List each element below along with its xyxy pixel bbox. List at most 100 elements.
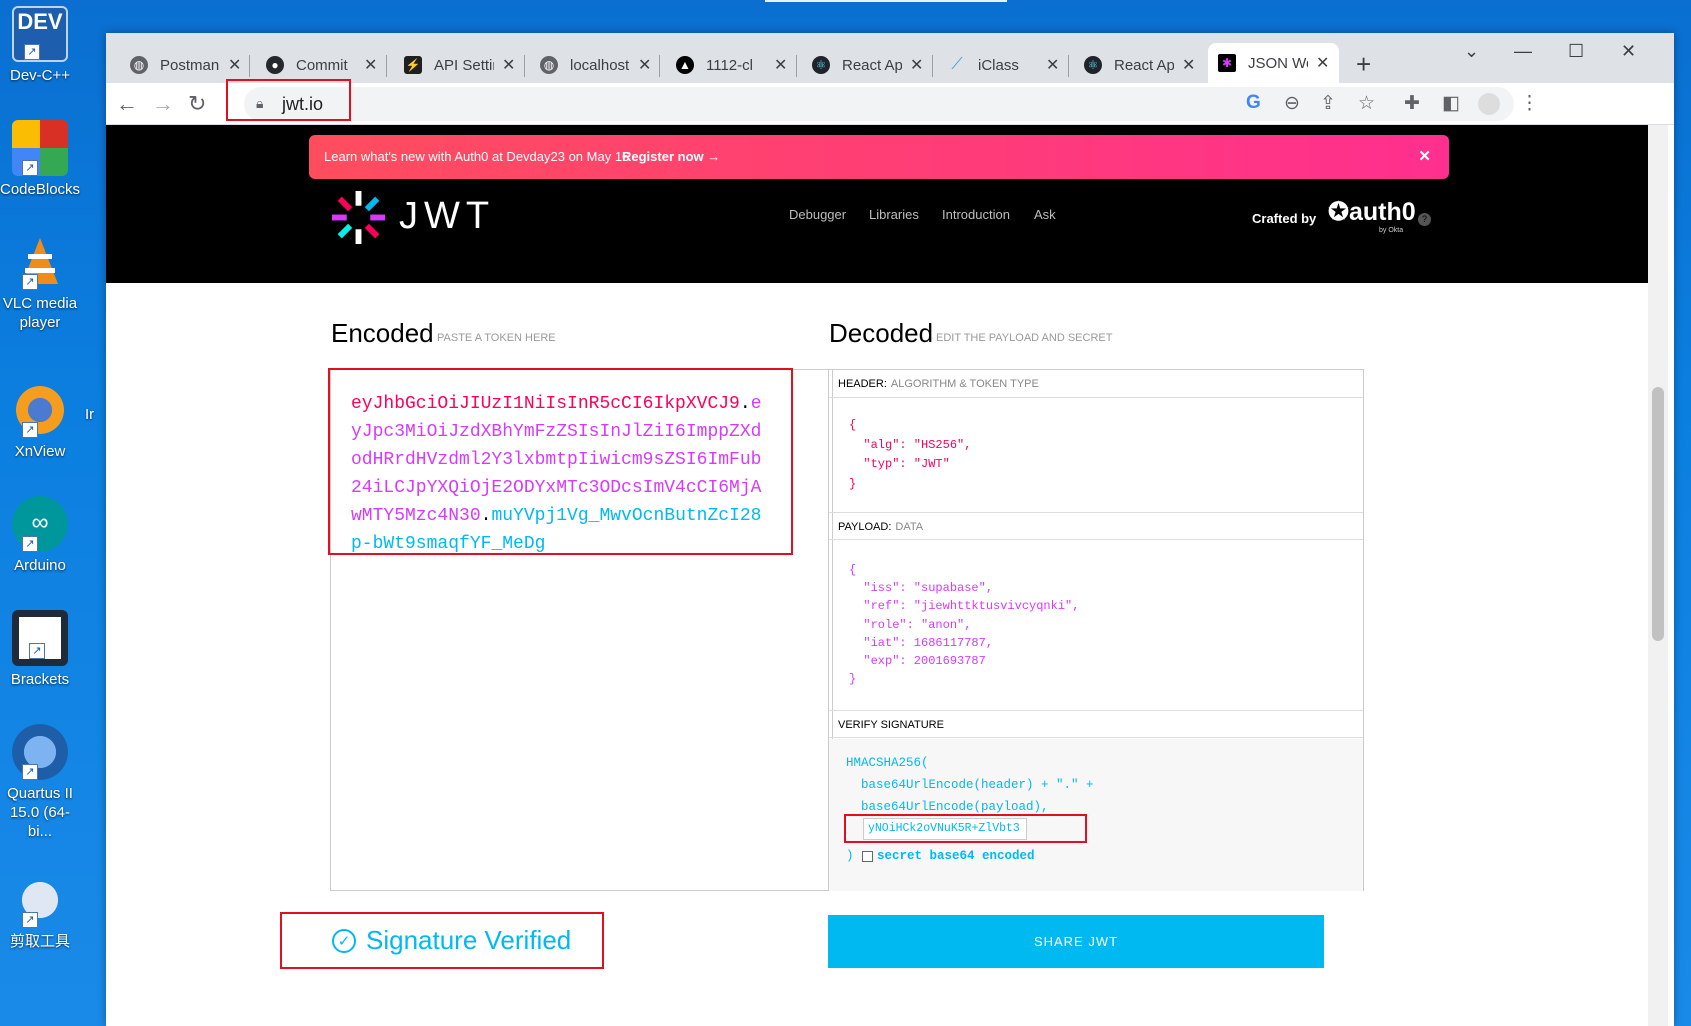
json-line: "alg": "HS256", — [849, 437, 972, 452]
decoded-subtitle: EDIT THE PAYLOAD AND SECRET — [936, 332, 1113, 344]
verify-label: VERIFY SIGNATURE — [838, 719, 944, 731]
base64-checkbox-label[interactable]: secret base64 encoded — [877, 849, 1035, 863]
json-line: "exp": 2001693787 — [849, 654, 986, 669]
header-json-editor[interactable]: { "alg": "HS256", "typ": "JWT"} — [849, 416, 971, 494]
tab-search-chevron-icon[interactable]: ⌄ — [1464, 41, 1479, 62]
tab-react-app-1[interactable]: ⚛ React App ✕ — [812, 47, 923, 83]
tab-separator — [524, 55, 525, 77]
bookmark-star-icon[interactable]: ☆ — [1358, 92, 1375, 115]
tab-label: 1112-cl — [706, 56, 753, 74]
desktop-icon-label: VLC media player — [2, 295, 78, 331]
base64-checkbox[interactable] — [862, 851, 873, 862]
codeblocks-icon: ↗ — [12, 120, 68, 176]
google-lens-icon[interactable]: G — [1246, 92, 1261, 114]
nav-debugger[interactable]: Debugger — [789, 207, 846, 222]
tab-api-settings[interactable]: ⚡ API Settings ✕ — [404, 47, 515, 83]
auth0-logo[interactable]: ✪auth0 — [1328, 197, 1416, 227]
zoom-icon[interactable]: ⊖ — [1284, 92, 1300, 115]
desktop-icon-quartus[interactable]: ↗ Quartus II 15.0 (64-bi... — [0, 724, 80, 841]
verify-section-title: VERIFY SIGNATURE — [829, 710, 1363, 738]
promo-banner[interactable]: Learn what's new with Auth0 at Devday23 … — [309, 135, 1449, 179]
tab-close-icon[interactable]: ✕ — [1316, 53, 1329, 73]
tab-close-icon[interactable]: ✕ — [502, 55, 515, 75]
share-icon[interactable]: ⇪ — [1320, 92, 1336, 115]
payload-sublabel: DATA — [895, 521, 924, 533]
tab-label: API Settings — [434, 56, 494, 74]
tab-iclass[interactable]: ⟋ iClass ✕ — [948, 47, 1059, 83]
react-icon: ⚛ — [812, 56, 830, 74]
tab-separator — [1068, 55, 1069, 77]
tab-close-icon[interactable]: ✕ — [638, 55, 651, 75]
tab-close-icon[interactable]: ✕ — [228, 55, 241, 75]
json-line: "role": "anon", — [849, 617, 972, 632]
tab-label: Commit — [296, 56, 348, 74]
desktop-icon-arduino[interactable]: ∞ ↗ Arduino — [0, 496, 80, 575]
nav-libraries[interactable]: Libraries — [869, 207, 919, 222]
profile-avatar-icon[interactable] — [1478, 93, 1500, 115]
back-arrow-icon[interactable]: ← — [116, 91, 138, 117]
side-panel-icon[interactable]: ◧ — [1442, 92, 1460, 115]
desktop-icon-xnview[interactable]: ↗ XnView — [0, 382, 80, 461]
arrow-right-icon: → — [707, 149, 721, 164]
tab-separator — [796, 55, 797, 77]
minimize-icon[interactable]: — — [1514, 41, 1532, 62]
new-tab-button[interactable]: + — [1356, 49, 1371, 80]
desktop-icon-codeblocks[interactable]: ↗ CodeBlocks — [0, 120, 80, 199]
reload-icon[interactable]: ↻ — [188, 91, 206, 117]
tab-close-icon[interactable]: ✕ — [910, 55, 923, 75]
nav-introduction[interactable]: Introduction — [942, 207, 1010, 222]
json-line: "typ": "JWT" — [849, 457, 950, 471]
desktop-icon-devcpp[interactable]: DEV ↗ Dev-C++ — [0, 6, 80, 85]
tab-localhost[interactable]: ◍ localhost ✕ — [540, 47, 651, 83]
close-paren: ) — [846, 849, 854, 863]
desktop-icon-label: Brackets — [10, 671, 70, 688]
desktop-icon-label: Arduino — [14, 557, 66, 574]
desktop-icon-brackets[interactable]: ↗ Brackets — [0, 610, 80, 689]
devcpp-icon: DEV ↗ — [12, 6, 68, 62]
scrollbar-thumb[interactable] — [1652, 387, 1664, 641]
arduino-icon: ∞ ↗ — [12, 496, 68, 552]
page-scrollbar[interactable] — [1648, 125, 1668, 1026]
shortcut-arrow-icon: ↗ — [22, 274, 38, 290]
desktop-icon-label: Dev-C++ — [9, 67, 71, 84]
tab-close-icon[interactable]: ✕ — [364, 55, 377, 75]
vercel-icon: ▲ — [676, 56, 694, 74]
register-link[interactable]: Register now → — [622, 149, 720, 164]
json-line: "ref": "jiewhttktusvivcyqnki", — [849, 599, 1080, 614]
desktop-icons: DEV ↗ Dev-C++ ↗ CodeBlocks ↗ VLC media p… — [0, 0, 107, 1026]
url-highlight-box — [226, 79, 351, 121]
tab-close-icon[interactable]: ✕ — [1182, 55, 1195, 75]
window-close-icon[interactable]: ✕ — [1621, 41, 1636, 62]
vlc-cone-icon: ↗ — [12, 234, 68, 290]
tab-vercel[interactable]: ▲ 1112-cl ✕ — [676, 47, 787, 83]
header-label: HEADER: — [838, 378, 887, 390]
tab-github[interactable]: ● Commit ✕ — [266, 47, 377, 83]
tab-separator — [659, 55, 660, 77]
forward-arrow-icon[interactable]: → — [152, 91, 174, 117]
share-jwt-button[interactable]: SHARE JWT — [828, 915, 1324, 968]
tab-jwt[interactable]: ✱ JSON Web Tokens ✕ — [1208, 43, 1340, 83]
help-question-icon[interactable]: ? — [1418, 213, 1431, 226]
tab-react-app-2[interactable]: ⚛ React App ✕ — [1084, 47, 1195, 83]
shortcut-arrow-icon: ↗ — [24, 44, 40, 60]
maximize-icon[interactable]: ☐ — [1568, 41, 1584, 62]
jwt-brand[interactable]: JWT — [399, 195, 495, 238]
banner-close-icon[interactable]: ✕ — [1418, 147, 1431, 165]
tab-label: iClass — [978, 56, 1019, 74]
menu-kebab-icon[interactable]: ⋮ — [1520, 92, 1539, 115]
decoded-panel: HEADER: ALGORITHM & TOKEN TYPE { "alg": "… — [828, 369, 1364, 891]
desktop-icon-snipping[interactable]: ↗ 剪取工具 — [0, 872, 80, 951]
desktop-partial-label: Ir — [85, 406, 95, 423]
tab-close-icon[interactable]: ✕ — [1046, 55, 1059, 75]
auth0-wordmark: auth0 — [1348, 198, 1416, 226]
sig-line: base64UrlEncode(header) + "." + — [846, 778, 1094, 792]
extensions-puzzle-icon[interactable]: ✚ — [1404, 92, 1420, 115]
nav-ask[interactable]: Ask — [1034, 207, 1056, 222]
github-icon: ● — [266, 56, 284, 74]
tab-close-icon[interactable]: ✕ — [774, 55, 787, 75]
tab-postman[interactable]: ◍ Postman ✕ — [130, 47, 241, 83]
encoded-title: Encoded — [331, 318, 434, 348]
payload-json-editor[interactable]: { "iss": "supabase", "ref": "jiewhttktus… — [849, 561, 1079, 688]
desktop-icon-vlc[interactable]: ↗ VLC media player — [0, 234, 80, 332]
banner-message: Learn what's new with Auth0 at Devday23 … — [324, 149, 630, 164]
